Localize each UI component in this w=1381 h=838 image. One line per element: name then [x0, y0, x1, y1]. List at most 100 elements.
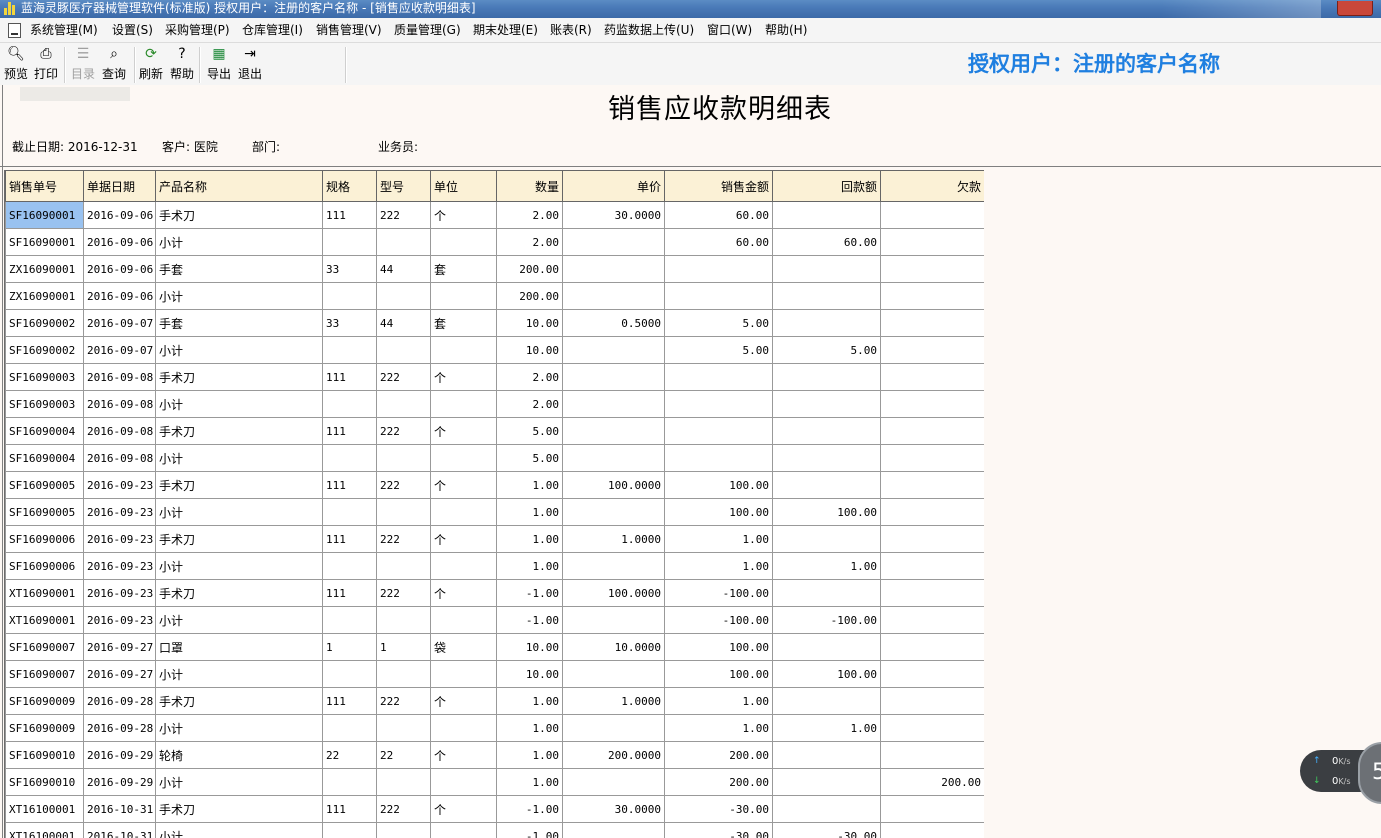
cell-model[interactable]: 222: [376, 525, 431, 553]
cell-model[interactable]: 44: [376, 255, 431, 283]
cell-quantity[interactable]: 2.00: [496, 363, 563, 391]
cell-model[interactable]: [376, 282, 431, 310]
cell-unit[interactable]: 个: [430, 417, 497, 445]
cell-price[interactable]: 30.0000: [562, 795, 665, 823]
cell-price[interactable]: 200.0000: [562, 741, 665, 769]
cell-product[interactable]: 小计: [155, 768, 323, 796]
cell-order-no[interactable]: SF16090004: [5, 444, 84, 472]
cell-price[interactable]: [562, 390, 665, 418]
cell-model[interactable]: 44: [376, 309, 431, 337]
cell-order-no[interactable]: SF16090001: [5, 228, 84, 256]
cell-quantity[interactable]: 1.00: [496, 471, 563, 499]
cell-quantity[interactable]: 200.00: [496, 255, 563, 283]
cell-model[interactable]: [376, 660, 431, 688]
cell-product[interactable]: 轮椅: [155, 741, 323, 769]
cell-model[interactable]: [376, 768, 431, 796]
cell-price[interactable]: [562, 714, 665, 742]
cell-date[interactable]: 2016-09-29: [83, 741, 156, 769]
cell-received[interactable]: 100.00: [772, 660, 881, 688]
cell-received[interactable]: -100.00: [772, 606, 881, 634]
table-row[interactable]: SF16090002 2016-09-07 小计 10.00 5.00 5.00: [5, 336, 984, 364]
cell-sales-amount[interactable]: 5.00: [664, 336, 773, 364]
cell-product[interactable]: 小计: [155, 390, 323, 418]
cell-product[interactable]: 小计: [155, 552, 323, 580]
cell-sales-amount[interactable]: 60.00: [664, 228, 773, 256]
col-owed[interactable]: 欠款: [880, 170, 984, 202]
cell-order-no[interactable]: SF16090001: [5, 201, 84, 229]
cell-product[interactable]: 手术刀: [155, 471, 323, 499]
cell-model[interactable]: 222: [376, 795, 431, 823]
cell-quantity[interactable]: 1.00: [496, 714, 563, 742]
cell-order-no[interactable]: SF16090007: [5, 633, 84, 661]
cell-price[interactable]: [562, 336, 665, 364]
cell-unit[interactable]: 个: [430, 525, 497, 553]
table-row[interactable]: SF16090009 2016-09-28 手术刀 111 222 个 1.00 1.0000…: [5, 687, 984, 715]
cell-quantity[interactable]: 2.00: [496, 201, 563, 229]
cell-price[interactable]: 100.0000: [562, 471, 665, 499]
table-row[interactable]: SF16090007 2016-09-27 口罩 1 1 袋 10.00 10.0000 100…: [5, 633, 984, 661]
cell-date[interactable]: 2016-10-31: [83, 795, 156, 823]
cell-order-no[interactable]: XT16090001: [5, 606, 84, 634]
col-order-no[interactable]: 销售单号: [5, 170, 84, 202]
cell-price[interactable]: 1.0000: [562, 525, 665, 553]
table-row[interactable]: SF16090005 2016-09-23 手术刀 111 222 个 1.00 100.00…: [5, 471, 984, 499]
cell-model[interactable]: 222: [376, 579, 431, 607]
table-row[interactable]: SF16090004 2016-09-08 小计 5.00: [5, 444, 984, 472]
cell-sales-amount[interactable]: [664, 444, 773, 472]
table-row[interactable]: SF16090002 2016-09-07 手套 33 44 套 10.00 0.5000 5.…: [5, 309, 984, 337]
cell-product[interactable]: 手术刀: [155, 363, 323, 391]
cell-order-no[interactable]: SF16090005: [5, 471, 84, 499]
cell-owed[interactable]: [880, 795, 984, 823]
cell-price[interactable]: 0.5000: [562, 309, 665, 337]
cell-model[interactable]: [376, 336, 431, 364]
cell-received[interactable]: [772, 741, 881, 769]
cell-model[interactable]: 222: [376, 417, 431, 445]
cell-sales-amount[interactable]: 200.00: [664, 741, 773, 769]
cell-date[interactable]: 2016-09-06: [83, 201, 156, 229]
table-row[interactable]: XT16100001 2016-10-31 手术刀 111 222 个 -1.00 30.00…: [5, 795, 984, 823]
cell-product[interactable]: 手术刀: [155, 417, 323, 445]
cell-spec[interactable]: [322, 822, 377, 838]
cell-product[interactable]: 小计: [155, 660, 323, 688]
cell-sales-amount[interactable]: -30.00: [664, 795, 773, 823]
cell-price[interactable]: [562, 282, 665, 310]
cell-received[interactable]: [772, 201, 881, 229]
cell-owed[interactable]: [880, 417, 984, 445]
cell-spec[interactable]: [322, 390, 377, 418]
cell-quantity[interactable]: 2.00: [496, 228, 563, 256]
cell-quantity[interactable]: -1.00: [496, 822, 563, 838]
cell-sales-amount[interactable]: [664, 390, 773, 418]
cell-order-no[interactable]: XT16090001: [5, 579, 84, 607]
cell-owed[interactable]: [880, 498, 984, 526]
cell-sales-amount[interactable]: 60.00: [664, 201, 773, 229]
cell-model[interactable]: [376, 390, 431, 418]
cell-order-no[interactable]: SF16090006: [5, 525, 84, 553]
menu-settings[interactable]: 设置(S): [112, 22, 153, 38]
cell-date[interactable]: 2016-09-08: [83, 417, 156, 445]
table-row[interactable]: SF16090006 2016-09-23 手术刀 111 222 个 1.00 1.0000…: [5, 525, 984, 553]
cell-received[interactable]: [772, 282, 881, 310]
cell-spec[interactable]: [322, 606, 377, 634]
table-row[interactable]: SF16090001 2016-09-06 小计 2.00 60.00 60.00: [5, 228, 984, 256]
cell-quantity[interactable]: 10.00: [496, 336, 563, 364]
menu-purchase[interactable]: 采购管理(P): [165, 22, 230, 38]
table-row[interactable]: SF16090004 2016-09-08 手术刀 111 222 个 5.00: [5, 417, 984, 445]
table-row[interactable]: SF16090010 2016-09-29 小计 1.00 200.00 200.00: [5, 768, 984, 796]
cell-unit[interactable]: [430, 498, 497, 526]
cell-spec[interactable]: [322, 444, 377, 472]
cell-unit[interactable]: [430, 228, 497, 256]
cell-product[interactable]: 手术刀: [155, 687, 323, 715]
cell-date[interactable]: 2016-09-23: [83, 552, 156, 580]
cell-order-no[interactable]: SF16090002: [5, 336, 84, 364]
net-speed-widget[interactable]: ↑ 0K/s ↓ 0K/s 5: [1300, 742, 1381, 804]
cell-model[interactable]: 1: [376, 633, 431, 661]
cell-quantity[interactable]: 5.00: [496, 417, 563, 445]
cell-quantity[interactable]: 1.00: [496, 552, 563, 580]
cell-received[interactable]: [772, 363, 881, 391]
menu-reports[interactable]: 账表(R): [550, 22, 592, 38]
cell-model[interactable]: 222: [376, 363, 431, 391]
cell-quantity[interactable]: 1.00: [496, 741, 563, 769]
cell-sales-amount[interactable]: 1.00: [664, 552, 773, 580]
exit-button[interactable]: ⇥ 退出: [234, 45, 266, 81]
refresh-button[interactable]: ⟳ 刷新: [135, 45, 167, 81]
